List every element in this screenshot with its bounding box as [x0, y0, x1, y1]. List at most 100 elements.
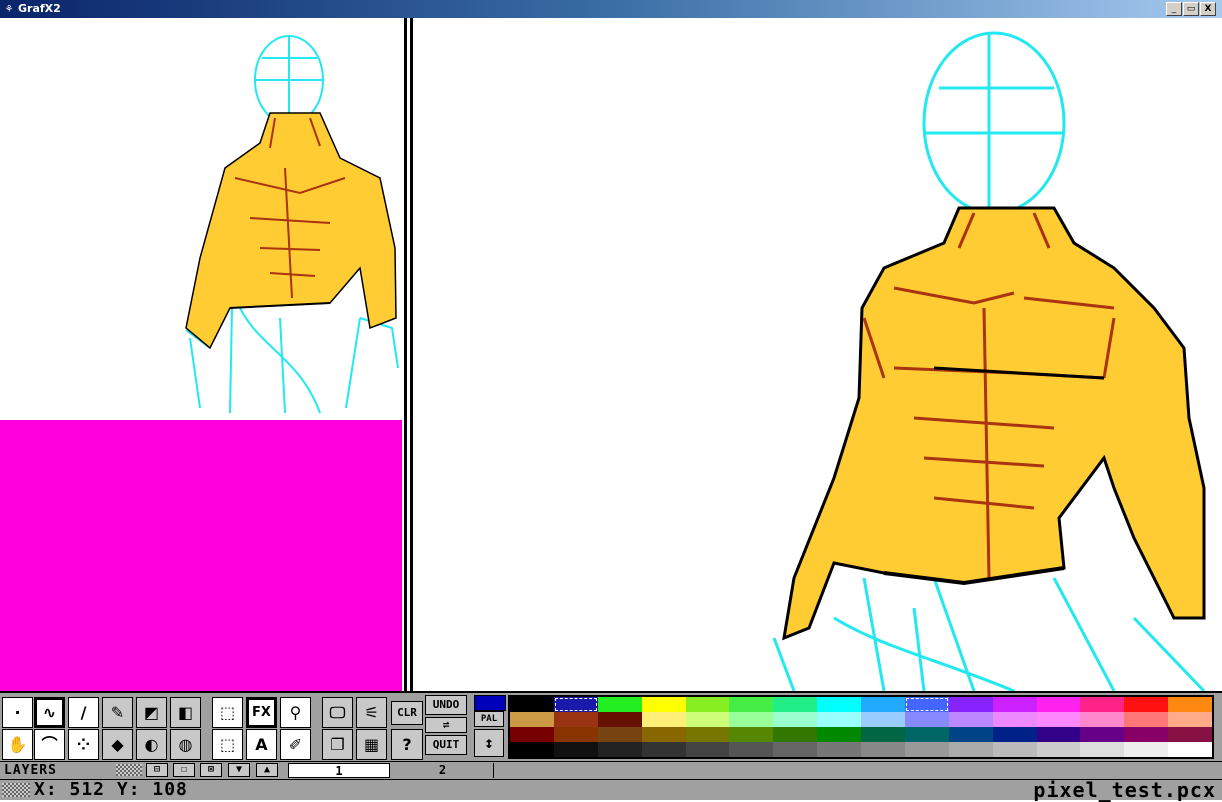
minimize-button[interactable]: _ [1166, 2, 1182, 16]
palette-color-22[interactable] [773, 712, 818, 727]
transparency-checker-icon[interactable] [116, 764, 142, 776]
palette-color-58[interactable] [948, 742, 993, 757]
palette-color-6[interactable] [773, 697, 818, 712]
text-tool[interactable]: A [246, 729, 277, 760]
palette-color-39[interactable] [817, 727, 861, 742]
palette-button[interactable]: PAL [474, 711, 504, 727]
palette-color-52[interactable] [685, 742, 730, 757]
palette-color-25[interactable] [904, 712, 949, 727]
palette-color-3[interactable] [641, 697, 686, 712]
palette-color-45[interactable] [1080, 727, 1125, 742]
palette-color-62[interactable] [1124, 742, 1169, 757]
palette-color-42[interactable] [948, 727, 993, 742]
layer-up-button[interactable]: ▲ [256, 763, 278, 777]
palette-color-12[interactable] [1036, 697, 1081, 712]
palette-color-14[interactable] [1124, 697, 1169, 712]
layer-delete-button[interactable]: ⊠ [200, 763, 222, 777]
freehand-dot-tool[interactable]: · [2, 697, 33, 728]
layer-down-button[interactable]: ▼ [228, 763, 250, 777]
palette-color-27[interactable] [992, 712, 1037, 727]
monitor-icon[interactable]: 🖵 [322, 697, 353, 728]
palette-color-34[interactable] [597, 727, 642, 742]
spray-tool[interactable]: ⁘ [68, 729, 99, 760]
palette-color-23[interactable] [817, 712, 861, 727]
gradient-rectangle-tool[interactable]: ◧ [170, 697, 201, 728]
fill-bucket-tool[interactable]: ◆ [102, 729, 133, 760]
palette-color-26[interactable] [948, 712, 993, 727]
palette-color-55[interactable] [817, 742, 861, 757]
palette-color-2[interactable] [597, 697, 642, 712]
pipette-icon[interactable]: ✐ [280, 729, 311, 760]
line-tool[interactable]: / [68, 697, 99, 728]
polybrush-tool[interactable]: ⬚ [212, 729, 243, 760]
palette-color-38[interactable] [773, 727, 818, 742]
palette-color-36[interactable] [685, 727, 730, 742]
brush-grab-tool[interactable]: ⬚ [212, 697, 243, 728]
palette-color-35[interactable] [641, 727, 686, 742]
palette-color-46[interactable] [1124, 727, 1169, 742]
ruler-icon[interactable]: ⚟ [356, 697, 387, 728]
palette-color-11[interactable] [992, 697, 1037, 712]
palette-color-19[interactable] [641, 712, 686, 727]
palette-color-4[interactable] [685, 697, 730, 712]
quit-button[interactable]: QUIT [425, 735, 467, 755]
palette-color-13[interactable] [1080, 697, 1125, 712]
filled-rectangle-tool[interactable]: ◩ [136, 697, 167, 728]
palette-color-43[interactable] [992, 727, 1037, 742]
palette-color-16[interactable] [510, 712, 554, 727]
preview-canvas[interactable] [0, 18, 402, 691]
palette-color-32[interactable] [510, 727, 554, 742]
zoom-canvas[interactable] [414, 18, 1222, 691]
close-button[interactable]: X [1200, 2, 1216, 16]
curve-tool[interactable]: ⌒ [34, 729, 65, 760]
view-splitter[interactable] [402, 18, 414, 691]
clear-button[interactable]: CLR [391, 701, 423, 725]
palette-color-37[interactable] [729, 727, 774, 742]
foreground-color-swatch[interactable] [474, 695, 506, 711]
restore-button[interactable]: ▭ [1183, 2, 1199, 16]
palette-color-18[interactable] [597, 712, 642, 727]
magnifier-icon[interactable]: ⚲ [280, 697, 311, 728]
arrows-icon[interactable]: ↕ [474, 729, 504, 757]
palette-color-7[interactable] [817, 697, 861, 712]
layer-merge-button[interactable]: ⊟ [146, 763, 168, 777]
palette-color-28[interactable] [1036, 712, 1081, 727]
layer-add-button[interactable]: ☐ [173, 763, 195, 777]
freehand-curve-tool[interactable]: ∿ [34, 697, 65, 728]
palette-color-31[interactable] [1168, 712, 1212, 727]
palette-color-50[interactable] [597, 742, 642, 757]
palette-color-0[interactable] [510, 697, 554, 712]
palette-color-57[interactable] [904, 742, 949, 757]
palette-color-41[interactable] [904, 727, 949, 742]
palette-color-61[interactable] [1080, 742, 1125, 757]
palette-color-10[interactable] [948, 697, 993, 712]
palette-color-24[interactable] [861, 712, 905, 727]
palette-color-53[interactable] [729, 742, 774, 757]
palette-color-51[interactable] [641, 742, 686, 757]
hand-icon[interactable]: ✋ [2, 729, 33, 760]
help-button[interactable]: ? [391, 729, 423, 760]
palette-color-33[interactable] [553, 727, 598, 742]
palette-color-1[interactable] [553, 697, 598, 712]
palette-color-9[interactable] [904, 697, 949, 712]
copy-page-icon[interactable]: ❐ [322, 729, 353, 760]
layer-tab-1[interactable]: 1 [288, 763, 390, 778]
palette-color-60[interactable] [1036, 742, 1081, 757]
palette-color-21[interactable] [729, 712, 774, 727]
pen-tool[interactable]: ✎ [102, 697, 133, 728]
filled-circle-tool[interactable]: ◐ [136, 729, 167, 760]
redo-swap-button[interactable]: ⇌ [425, 717, 467, 733]
palette-color-44[interactable] [1036, 727, 1081, 742]
palette-color-47[interactable] [1168, 727, 1212, 742]
effects-button[interactable]: FX [246, 697, 277, 728]
palette-color-5[interactable] [729, 697, 774, 712]
palette-color-30[interactable] [1124, 712, 1169, 727]
palette-color-48[interactable] [510, 742, 554, 757]
grid-icon[interactable]: ▦ [356, 729, 387, 760]
palette-color-54[interactable] [773, 742, 818, 757]
palette-color-40[interactable] [861, 727, 905, 742]
palette-color-56[interactable] [861, 742, 905, 757]
palette-color-49[interactable] [553, 742, 598, 757]
palette-color-20[interactable] [685, 712, 730, 727]
undo-button[interactable]: UNDO [425, 695, 467, 715]
